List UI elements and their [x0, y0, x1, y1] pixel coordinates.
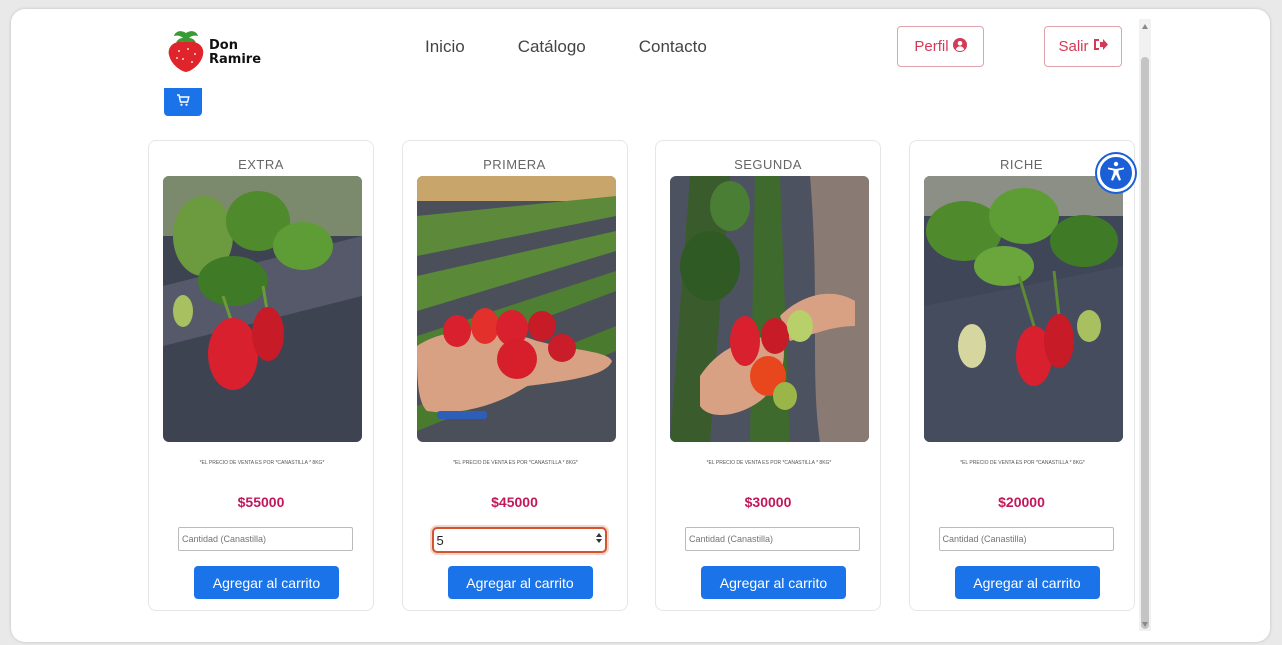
cart-button[interactable]: [164, 88, 202, 116]
nav-link-contacto[interactable]: Contacto: [639, 37, 707, 57]
product-price-note: *EL PRECIO DE VENTA ES POR *CANASTILLA *…: [706, 460, 832, 466]
product-grid: EXTRA *EL PRECIO DE VENTA ES POR *CANAST…: [148, 140, 1162, 611]
nav-link-inicio[interactable]: Inicio: [425, 37, 465, 57]
product-title: PRIMERA: [483, 157, 546, 172]
product-image: [163, 176, 362, 442]
product-price: $20000: [998, 494, 1045, 510]
product-image: [670, 176, 869, 442]
browser-viewport: Don Ramire Inicio Catálogo Contacto Perf…: [11, 9, 1270, 642]
quantity-input[interactable]: [431, 527, 607, 553]
brand-logo[interactable]: Don Ramire: [166, 27, 279, 78]
product-card-extra: EXTRA *EL PRECIO DE VENTA ES POR *CANAST…: [148, 140, 374, 611]
strawberry-icon: [166, 27, 206, 78]
product-title: EXTRA: [238, 157, 284, 172]
add-to-cart-button[interactable]: Agregar al carrito: [701, 566, 846, 599]
user-circle-icon: [949, 37, 967, 56]
salir-button-label: Salir: [1058, 38, 1089, 55]
quantity-stepper[interactable]: [431, 527, 607, 553]
product-card-primera: PRIMERA *EL PRECIO DE VENTA ES POR *CANA…: [401, 140, 628, 611]
product-title: SEGUNDA: [734, 157, 802, 172]
nav-link-catalogo[interactable]: Catálogo: [518, 37, 586, 57]
quantity-input[interactable]: [938, 527, 1114, 551]
perfil-button-label: Perfil: [914, 38, 949, 55]
vertical-scrollbar[interactable]: [1139, 19, 1151, 631]
brand-name: Don Ramire: [209, 37, 262, 67]
product-price: $45000: [491, 494, 538, 510]
add-to-cart-button[interactable]: Agregar al carrito: [447, 566, 593, 599]
product-card-riche: RICHE *EL PRECIO DE VENTA ES POR *CANAST…: [908, 140, 1135, 611]
product-image: [923, 176, 1123, 442]
cart-icon: [176, 93, 190, 112]
add-to-cart-button[interactable]: Agregar al carrito: [954, 566, 1100, 599]
product-price-note: *EL PRECIO DE VENTA ES POR *CANASTILLA *…: [453, 460, 578, 466]
scroll-down-arrow[interactable]: [1142, 622, 1148, 627]
sign-out-icon: [1089, 38, 1108, 55]
scroll-up-arrow[interactable]: [1142, 24, 1148, 29]
product-price: $30000: [744, 494, 792, 510]
product-card-segunda: SEGUNDA *EL PRECIO DE VENTA ES POR *CANA…: [655, 140, 881, 611]
quantity-input[interactable]: [178, 527, 353, 551]
stepper-arrows[interactable]: [595, 532, 602, 544]
accessibility-icon: [1105, 160, 1127, 187]
product-price: $55000: [237, 494, 285, 510]
scroll-thumb[interactable]: [1141, 57, 1149, 629]
main-nav: Inicio Catálogo Contacto: [425, 37, 760, 57]
perfil-button[interactable]: Perfil: [897, 26, 984, 67]
product-price-note: *EL PRECIO DE VENTA ES POR *CANASTILLA *…: [199, 460, 325, 466]
salir-button[interactable]: Salir: [1044, 26, 1122, 67]
product-price-note: *EL PRECIO DE VENTA ES POR *CANASTILLA *…: [960, 460, 1085, 466]
add-to-cart-button[interactable]: Agregar al carrito: [194, 566, 339, 599]
product-image: [416, 176, 616, 442]
accessibility-button[interactable]: [1097, 154, 1135, 192]
quantity-input[interactable]: [685, 527, 860, 551]
navbar: Don Ramire Inicio Catálogo Contacto Perf…: [11, 9, 1141, 89]
